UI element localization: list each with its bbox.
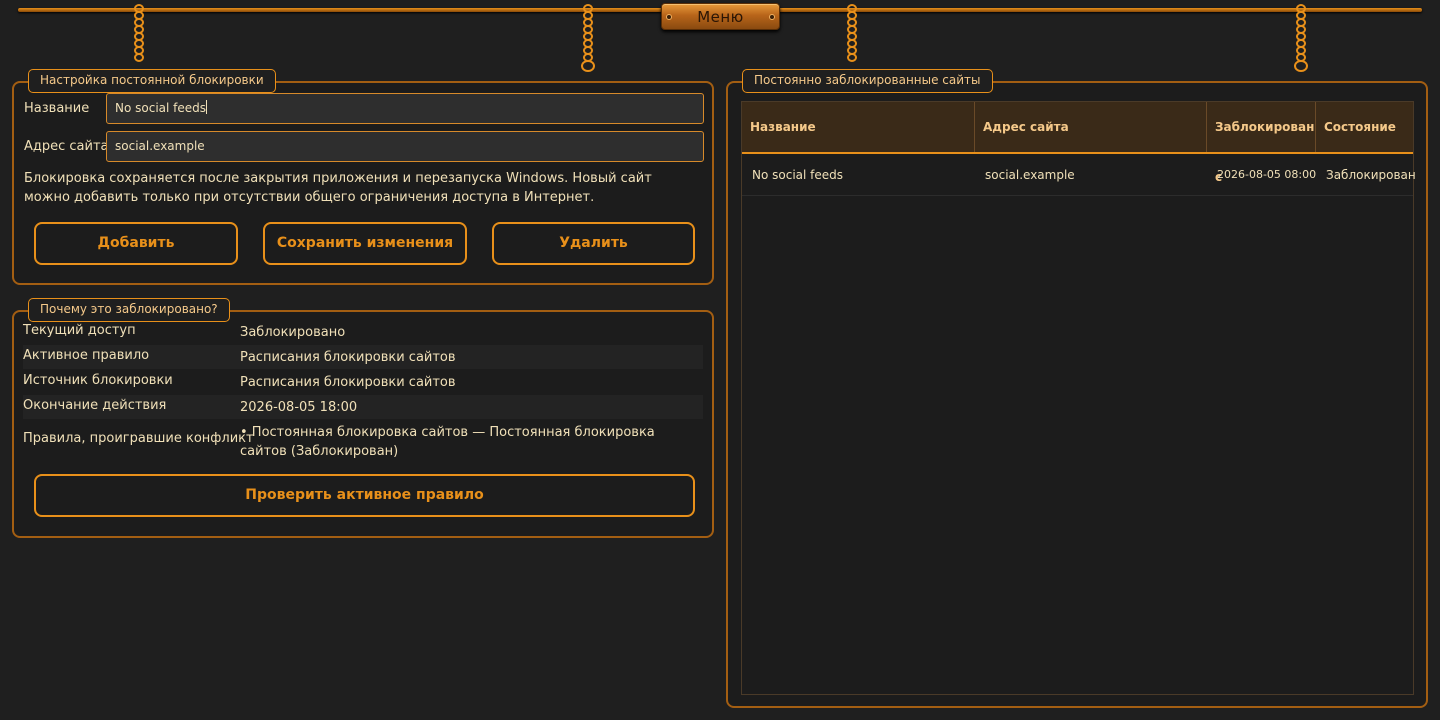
column-header-site[interactable]: Адрес сайта <box>975 102 1207 152</box>
current-access-value: Заблокировано <box>240 325 346 340</box>
block-source-value: Расписания блокировки сайтов <box>240 375 456 390</box>
block-source-key: Источник блокировки <box>23 373 173 388</box>
nail-icon <box>666 14 672 20</box>
settings-title: Настройка постоянной блокировки <box>28 69 276 93</box>
info-row-expiry: Окончание действия 2026-08-05 18:00 <box>23 395 703 419</box>
info-row-current-access: Текущий доступ Заблокировано <box>23 320 703 344</box>
column-header-since[interactable]: Заблокирован с <box>1207 102 1316 184</box>
row-site: social.example <box>985 168 1075 182</box>
nail-icon <box>769 14 775 20</box>
menu-label: Меню <box>697 8 744 26</box>
site-label: Адрес сайта <box>24 139 109 154</box>
blocked-sites-table: Название Адрес сайта Заблокирован с Сост… <box>741 101 1416 695</box>
chain-decoration <box>133 4 145 62</box>
conflict-losers-value: • Постоянная блокировка сайтов — Постоян… <box>240 425 655 459</box>
chain-decoration <box>846 4 858 62</box>
blocked-sites-panel: Постоянно заблокированные сайты Название… <box>726 69 1428 708</box>
check-active-rule-button[interactable]: Проверить активное правило <box>34 474 695 517</box>
column-header-name[interactable]: Название <box>742 102 975 152</box>
expiry-key: Окончание действия <box>23 398 167 413</box>
why-blocked-panel: Почему это заблокировано? Текущий доступ… <box>12 298 714 538</box>
column-header-state[interactable]: Состояние <box>1316 102 1415 152</box>
info-row-conflict-losers: Правила, проигравшие конфликт • Постоянн… <box>23 420 703 462</box>
site-input-value: social.example <box>115 139 205 153</box>
row-since: 2026-08-05 08:00 <box>1217 168 1317 181</box>
conflict-losers-key: Правила, проигравшие конфликт <box>23 431 254 446</box>
add-button[interactable]: Добавить <box>34 222 238 265</box>
expiry-value: 2026-08-05 18:00 <box>240 400 358 415</box>
row-state: Заблокирован <box>1326 168 1416 182</box>
info-row-block-source: Источник блокировки Расписания блокировк… <box>23 370 703 394</box>
active-rule-value: Расписания блокировки сайтов <box>240 350 456 365</box>
name-input[interactable]: No social feeds <box>106 93 704 124</box>
save-changes-button[interactable]: Сохранить изменения <box>263 222 467 265</box>
delete-button[interactable]: Удалить <box>492 222 695 265</box>
row-name: No social feeds <box>752 168 844 182</box>
site-input[interactable]: social.example <box>106 131 704 162</box>
text-caret <box>206 100 208 114</box>
chain-decoration <box>1294 4 1308 72</box>
current-access-key: Текущий доступ <box>23 323 136 338</box>
why-title: Почему это заблокировано? <box>28 298 230 322</box>
table-row[interactable]: No social feeds social.example 2026-08-0… <box>742 154 1416 196</box>
chain-decoration <box>581 4 595 72</box>
name-label: Название <box>24 101 90 116</box>
active-rule-key: Активное правило <box>23 348 150 363</box>
menu-button[interactable]: Меню <box>661 3 780 30</box>
persistence-note: Блокировка сохраняется после закрытия пр… <box>24 171 652 205</box>
table-header: Название Адрес сайта Заблокирован с Сост… <box>742 102 1415 184</box>
info-row-active-rule: Активное правило Расписания блокировки с… <box>23 345 703 369</box>
blocked-title: Постоянно заблокированные сайты <box>742 69 993 93</box>
permanent-block-settings-panel: Настройка постоянной блокировки Название… <box>12 69 714 285</box>
name-input-value: No social feeds <box>115 101 207 115</box>
